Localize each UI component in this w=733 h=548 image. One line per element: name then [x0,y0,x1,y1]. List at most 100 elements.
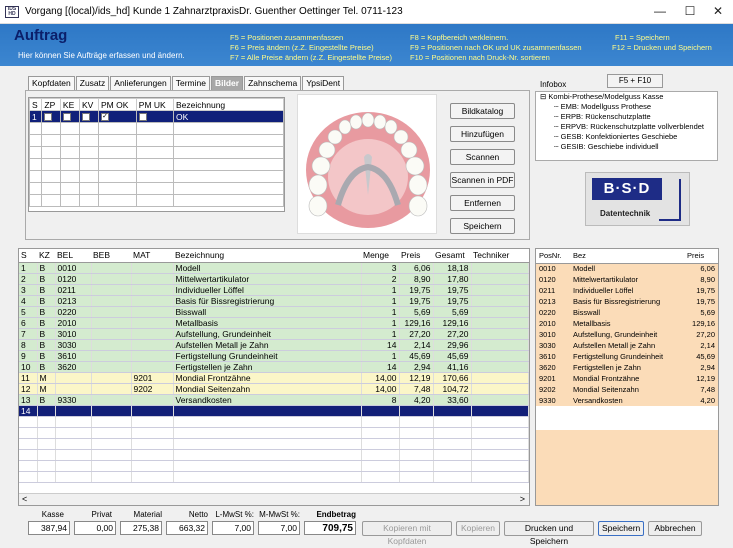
table-row[interactable]: 1 B 0010 Modell 3 6,06 18,18 [19,262,529,274]
cell-bel[interactable]: 3030 [55,339,92,351]
col-mat[interactable]: MAT [131,249,173,263]
cell-bel[interactable]: 3620 [55,361,92,373]
col-s[interactable]: S [28,98,43,111]
scannen-button[interactable]: Scannen [450,149,515,165]
tab-zusatz[interactable]: Zusatz [75,76,110,90]
cell-gesamt[interactable]: 45,69 [433,350,472,362]
cell-s[interactable]: 8 [19,339,38,351]
cell-gesamt[interactable]: 19,75 [433,284,472,296]
cell-menge[interactable]: 3 [361,262,400,274]
cell-bezeichnung[interactable]: Basis für Bissregistrierung [173,295,362,307]
scroll-right-icon[interactable]: > [520,494,525,504]
cell-beb[interactable] [91,372,132,384]
col-gesamt[interactable]: Gesamt [433,249,471,263]
maximize-button[interactable]: ☐ [680,4,700,18]
scroll-left-icon[interactable]: < [22,494,27,504]
cell-ke[interactable] [59,110,80,123]
col-preis[interactable]: Preis [684,249,718,264]
table-row[interactable] [19,460,529,472]
cell-kz[interactable] [37,405,56,417]
table-row[interactable] [19,449,529,461]
list-item[interactable]: 9330 Versandkosten 4,20 [536,395,718,406]
cell-menge[interactable]: 1 [361,350,400,362]
cell-techniker[interactable] [471,284,529,296]
list-item[interactable]: 3620 Fertigstellen je Zahn 2,94 [536,362,718,373]
list-item[interactable]: 0211 Individueller Löffel 19,75 [536,285,718,296]
cell-beb[interactable] [91,262,132,274]
speichern-bild-button[interactable]: Speichern [450,218,515,234]
cell-preis[interactable]: 19,75 [399,284,434,296]
cell-mat[interactable] [131,361,174,373]
cell-techniker[interactable] [471,405,529,417]
table-row[interactable]: 9 B 3610 Fertigstellung Grundeinheit 1 45,69 4… [19,350,529,362]
table-row[interactable]: 7 B 3010 Aufstellung, Grundeinheit 1 27,20 27,… [19,328,529,340]
list-item[interactable]: 0120 Mittelwertartikulator 8,90 [536,274,718,285]
cell-bezeichnung[interactable]: Aufstellung, Grundeinheit [173,328,362,340]
kopieren-mit-kopfdaten-button[interactable]: Kopieren mit Kopfdaten [362,521,452,546]
cell-preis[interactable]: 8,90 [399,273,434,285]
table-row[interactable] [28,134,284,147]
cell-gesamt[interactable]: 170,66 [433,372,472,384]
cell-menge[interactable]: 2 [361,273,400,285]
table-row[interactable]: 13 B 9330 Versandkosten 8 4,20 33,60 [19,394,529,406]
cell-menge[interactable]: 8 [361,394,400,406]
cell-preis[interactable]: 12,19 [399,372,434,384]
table-row[interactable] [28,170,284,183]
cell-kz[interactable]: B [37,394,56,406]
cell-pm-ok[interactable]: ✓ [98,110,137,123]
cell-mat[interactable] [131,273,174,285]
cell-bel[interactable]: 3610 [55,350,92,362]
cell-bezeichnung[interactable]: Bisswall [173,306,362,318]
table-row[interactable] [19,427,529,439]
cell-bel[interactable]: 0010 [55,262,92,274]
cell-s[interactable]: 4 [19,295,38,307]
cell-bezeichnung[interactable]: Metallbasis [173,317,362,329]
list-item[interactable]: 9202 Mondial Seitenzahn 7,48 [536,384,718,395]
cell-techniker[interactable] [471,328,529,340]
cell-beb[interactable] [91,306,132,318]
table-row[interactable]: 12 M 9202 Mondial Seitenzahn 14,00 7,48 104,72 [19,383,529,395]
cell-techniker[interactable] [471,317,529,329]
cell-kz[interactable]: B [37,339,56,351]
cell-mat[interactable] [131,306,174,318]
cell-kz[interactable]: B [37,262,56,274]
cell-beb[interactable] [91,339,132,351]
cell-gesamt[interactable]: 19,75 [433,295,472,307]
tree-item[interactable]: ┄ GESIB: Geschiebe individuell [536,142,717,152]
cell-techniker[interactable] [471,383,529,395]
cell-techniker[interactable] [471,361,529,373]
table-row[interactable] [28,158,284,171]
cell-bezeichnung[interactable]: Fertigstellen je Zahn [173,361,362,373]
entfernen-button[interactable]: Entfernen [450,195,515,211]
cell-bel[interactable]: 9330 [55,394,92,406]
list-item[interactable]: 9201 Mondial Frontzähne 12,19 [536,373,718,384]
table-row[interactable] [19,471,529,483]
col-ke[interactable]: KE [59,98,80,111]
cell-kz[interactable]: B [37,361,56,373]
cell-beb[interactable] [91,350,132,362]
cell-preis[interactable]: 5,69 [399,306,434,318]
cell-bel[interactable] [55,372,92,384]
cell-gesamt[interactable]: 18,18 [433,262,472,274]
table-row[interactable]: 6 B 2010 Metallbasis 1 129,16 129,16 [19,317,529,329]
col-bezeichnung[interactable]: Bezeichnung [173,98,284,111]
col-preis[interactable]: Preis [399,249,433,263]
cell-bel[interactable] [55,383,92,395]
cell-preis[interactable]: 2,94 [399,361,434,373]
cell-s[interactable]: 7 [19,328,38,340]
zp-checkbox[interactable] [44,113,53,122]
horizontal-scrollbar[interactable]: < > [19,493,529,505]
cell-preis[interactable]: 4,20 [399,394,434,406]
cell-preis[interactable]: 2,14 [399,339,434,351]
col-bezeichnung[interactable]: Bezeichnung [173,249,361,263]
cell-mat[interactable] [131,405,174,417]
pm-uk-checkbox[interactable] [138,113,147,122]
col-kz[interactable]: KZ [37,249,55,263]
cell-bel[interactable]: 3010 [55,328,92,340]
lmwst-value[interactable]: 7,00 [212,521,254,535]
cell-mat[interactable] [131,284,174,296]
list-item[interactable]: 0010 Modell 6,06 [536,263,718,274]
cell-menge[interactable]: 1 [361,317,400,329]
cell-techniker[interactable] [471,394,529,406]
cell-bezeichnung[interactable]: Modell [173,262,362,274]
